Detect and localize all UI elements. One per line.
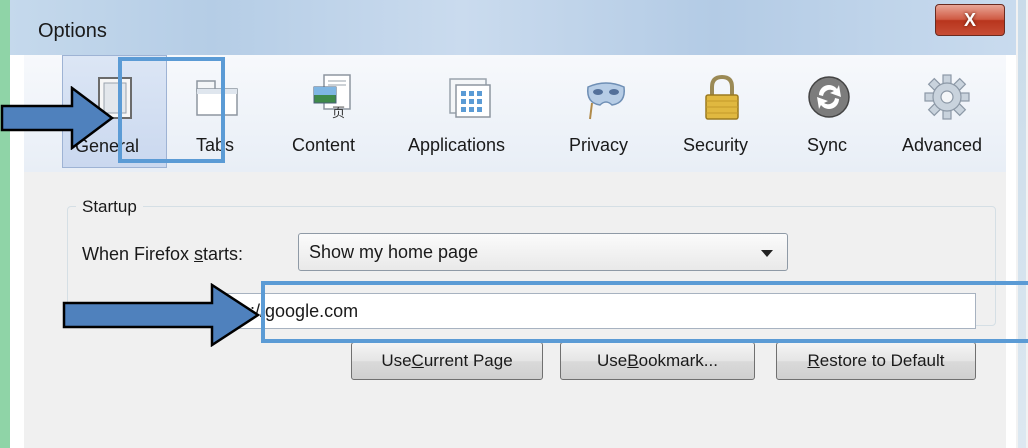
tab-applications[interactable]: Applications — [400, 55, 540, 168]
right-window-edge — [1016, 0, 1028, 448]
sync-icon — [808, 76, 850, 118]
privacy-mask-icon — [587, 82, 625, 120]
tab-privacy[interactable]: Privacy — [559, 55, 654, 168]
padlock-icon — [705, 74, 739, 120]
content-icon: 页 — [313, 74, 351, 121]
home-page-highlight-box — [261, 281, 1028, 343]
chevron-down-icon — [761, 250, 773, 257]
svg-text:页: 页 — [332, 106, 345, 121]
when-firefox-starts-label: When Firefox starts: — [82, 244, 244, 264]
tab-label: Content — [292, 135, 356, 155]
general-tab-highlight-box — [118, 57, 225, 163]
tab-security[interactable]: Security — [672, 55, 772, 168]
close-icon: X — [963, 9, 976, 30]
tab-label: Sync — [807, 135, 848, 155]
title-bar: Options X — [10, 0, 1016, 55]
use-current-page-button[interactable]: Use Current Page — [351, 342, 543, 380]
tab-label: Advanced — [902, 135, 983, 155]
restore-to-default-button[interactable]: Restore to Default — [776, 342, 976, 380]
tab-content[interactable]: 页 Content — [282, 55, 382, 168]
applications-icon — [449, 78, 491, 118]
arrow-icon — [0, 86, 115, 150]
startup-dropdown-value: Show my home page — [309, 242, 479, 262]
left-window-edge — [0, 0, 10, 448]
close-button[interactable]: X — [935, 4, 1005, 36]
startup-legend: Startup — [76, 197, 143, 217]
gear-icon — [924, 74, 970, 120]
window-title: Options — [38, 20, 107, 42]
startup-dropdown[interactable]: Show my home page — [298, 233, 788, 271]
use-bookmark-button[interactable]: Use Bookmark... — [560, 342, 755, 380]
tab-sync[interactable]: Sync — [789, 55, 869, 168]
tab-label: Applications — [408, 135, 506, 155]
tab-label: Privacy — [569, 135, 629, 155]
tab-advanced[interactable]: Advanced — [892, 55, 1002, 168]
arrow-icon — [62, 283, 261, 347]
tab-label: Security — [683, 135, 749, 155]
